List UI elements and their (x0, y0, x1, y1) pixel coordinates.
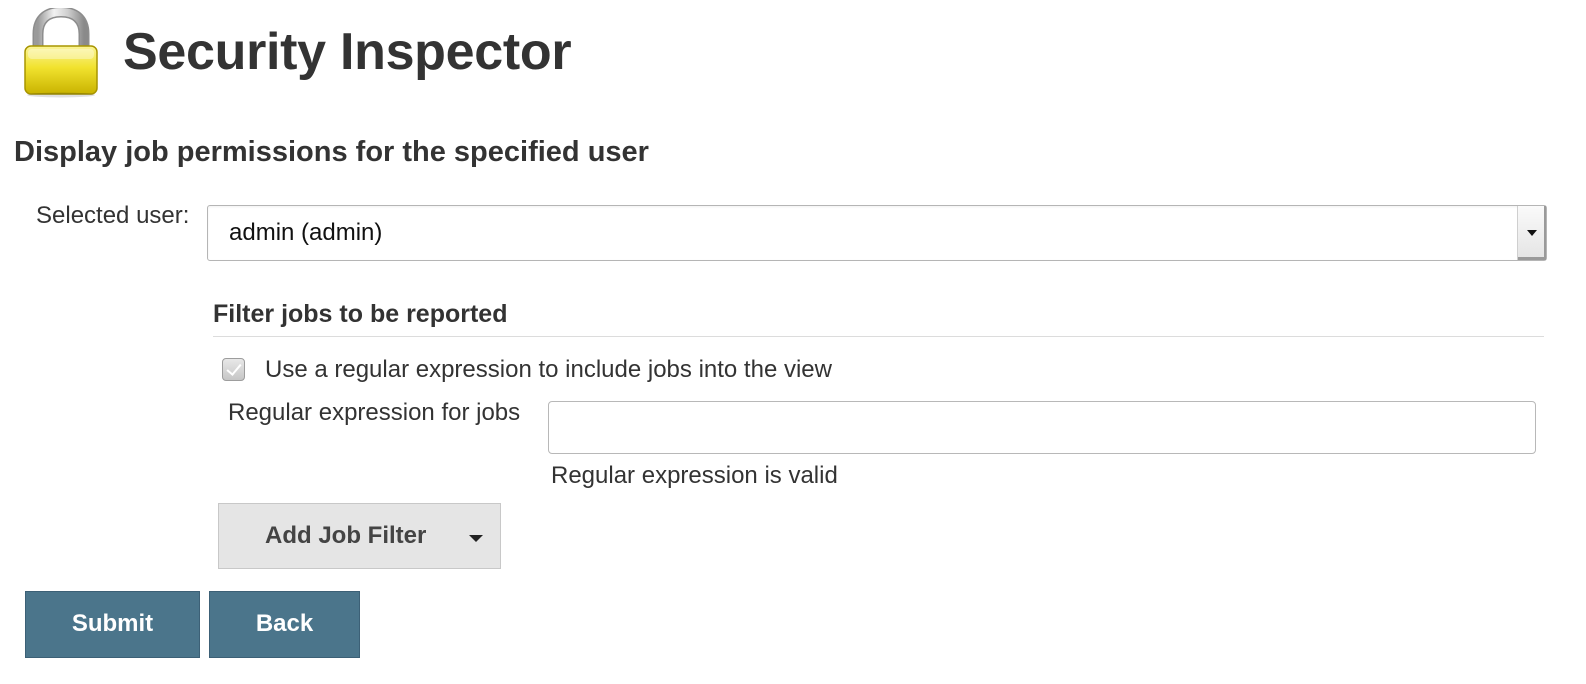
add-job-filter-button[interactable]: Add Job Filter (218, 503, 501, 569)
checkmark-icon (226, 360, 242, 376)
page-title: Security Inspector (123, 23, 572, 81)
regex-checkbox-label[interactable]: Use a regular expression to include jobs… (265, 355, 832, 385)
filter-section-heading: Filter jobs to be reported (213, 300, 508, 328)
regex-input[interactable] (548, 401, 1536, 454)
regex-checkbox[interactable] (222, 358, 245, 381)
caret-down-icon (469, 535, 483, 542)
regex-field-label: Regular expression for jobs (228, 399, 521, 426)
selected-user-label: Selected user: (36, 202, 190, 229)
regex-validation-message: Regular expression is valid (551, 462, 838, 489)
chevron-down-icon (1527, 230, 1537, 236)
user-select-value: admin (admin) (229, 219, 383, 246)
back-button[interactable]: Back (209, 591, 360, 658)
add-job-filter-label: Add Job Filter (265, 522, 427, 549)
dropdown-toggle[interactable] (1517, 206, 1546, 260)
user-select[interactable]: admin (admin) (207, 205, 1547, 261)
submit-button[interactable]: Submit (25, 591, 200, 658)
lock-icon (22, 6, 100, 98)
divider (213, 336, 1544, 337)
section-heading: Display job permissions for the specifie… (14, 136, 649, 168)
